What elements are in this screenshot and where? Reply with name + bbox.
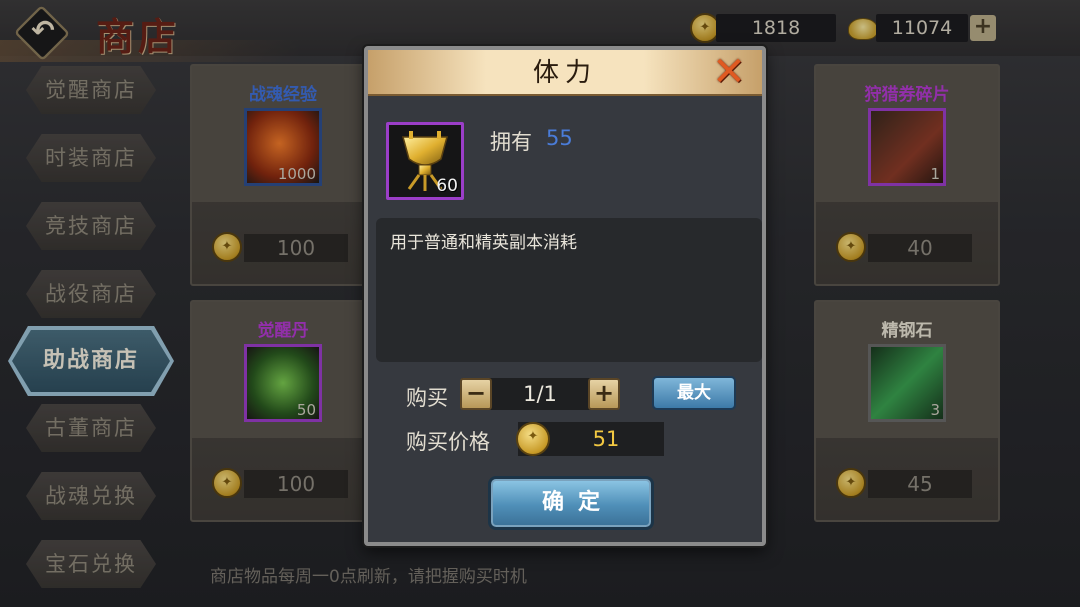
decrease-button[interactable]: − <box>460 378 492 410</box>
item-description: 用于普通和精英副本消耗 <box>390 233 577 253</box>
gold-coin-icon <box>516 422 550 456</box>
dialog-header: 体力 ✕ <box>368 50 762 96</box>
buy-label: 购买 <box>406 386 448 410</box>
close-icon[interactable]: ✕ <box>708 52 750 92</box>
description-box: 用于普通和精英副本消耗 <box>376 218 762 362</box>
price-value: 51 <box>592 427 620 451</box>
own-label: 拥有 <box>490 130 532 154</box>
item-qty: 60 <box>436 176 458 196</box>
increase-button[interactable]: + <box>588 378 620 410</box>
price-label: 购买价格 <box>406 430 490 454</box>
item-frame: 60 <box>386 122 464 200</box>
dialog-title: 体力 <box>532 58 597 88</box>
confirm-button[interactable]: 确定 <box>488 476 654 530</box>
max-button[interactable]: 最大 <box>652 376 736 410</box>
purchase-dialog: 体力 ✕ 60 拥有 55 用于普通和精英副本消耗 购买 − 1/1 + 最大 <box>364 46 766 546</box>
quantity-value: 1/1 <box>523 382 557 406</box>
own-value: 55 <box>546 126 573 150</box>
